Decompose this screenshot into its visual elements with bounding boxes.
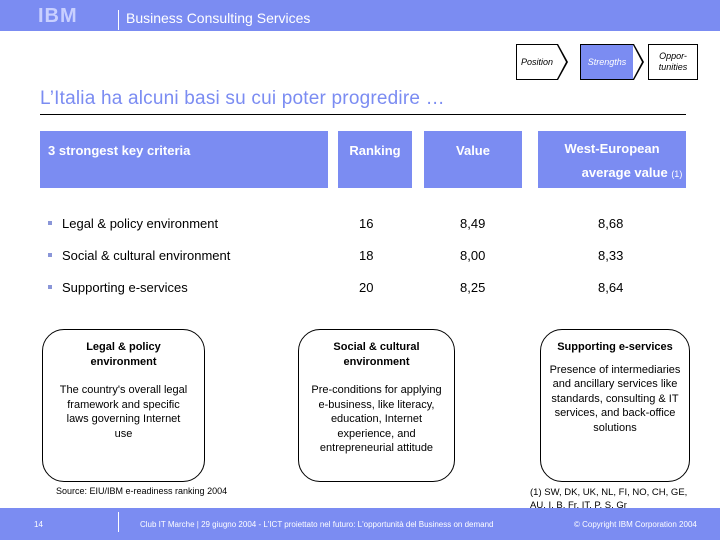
footer-bar: 14 Club IT Marche | 29 giugno 2004 - L'I…: [0, 508, 720, 540]
row-value: 8,25: [460, 280, 486, 295]
header-criteria: 3 strongest key criteria: [40, 131, 328, 188]
box-title: Social & cultural environment: [333, 341, 420, 368]
header-west-note: (1): [671, 169, 683, 179]
title-divider: [40, 114, 686, 115]
row-west: 8,64: [598, 280, 624, 295]
bullet-icon: [48, 253, 52, 257]
header-bar: [0, 0, 720, 31]
header-west-european: West-European average value (1): [538, 131, 686, 188]
row-ranking: 18: [359, 248, 374, 263]
page-title: L’Italia ha alcuni basi su cui poter pro…: [40, 88, 445, 109]
header-divider: [118, 10, 119, 30]
row-west: 8,33: [598, 248, 624, 263]
footer-event: Club IT Marche | 29 giugno 2004 - L'ICT …: [140, 520, 494, 529]
chevron-right-icon: [633, 44, 644, 80]
process-step-position: Position: [516, 44, 558, 80]
bullet-icon: [48, 285, 52, 289]
table-row: Social & cultural environment 18 8,00 8,…: [40, 248, 686, 268]
footer-copyright: © Copyright IBM Corporation 2004: [574, 520, 697, 529]
table-row: Legal & policy environment 16 8,49 8,68: [40, 216, 686, 236]
footer-divider: [118, 512, 119, 532]
process-step-strengths: Strengths: [580, 44, 634, 80]
header-value: Value: [424, 131, 522, 188]
process-step-opportunities: Oppor-tunities: [648, 44, 698, 80]
row-criteria: Legal & policy environment: [62, 216, 219, 231]
bullet-icon: [48, 221, 52, 225]
page-number: 14: [34, 520, 43, 529]
brand-name: Business Consulting Services: [126, 10, 311, 26]
row-west: 8,68: [598, 216, 624, 231]
box-text: The country's overall legal framework an…: [59, 384, 188, 440]
box-text: Presence of intermediaries and ancillary…: [549, 363, 681, 434]
ibm-logo: IBM: [38, 5, 78, 27]
box-title: Legal & policy environment: [86, 341, 161, 368]
box-title: Supporting e-services: [557, 341, 673, 353]
row-value: 8,00: [460, 248, 486, 263]
source-note: Source: EIU/IBM e-readiness ranking 2004: [56, 486, 228, 496]
info-box-legal: Legal & policy environment The country's…: [42, 329, 205, 482]
box-text: Pre-conditions for applying e-business, …: [311, 384, 442, 454]
row-criteria: Social & cultural environment: [62, 248, 231, 263]
table-row: Supporting e-services 20 8,25 8,64: [40, 280, 686, 300]
row-value: 8,49: [460, 216, 486, 231]
header-west-sub: average value: [581, 165, 668, 180]
info-box-social: Social & cultural environment Pre-condit…: [298, 329, 455, 482]
row-criteria: Supporting e-services: [62, 280, 188, 295]
chevron-right-icon: [557, 44, 568, 80]
header-ranking: Ranking: [338, 131, 412, 188]
info-box-eservices: Supporting e-services Presence of interm…: [540, 329, 690, 482]
header-west-title: West-European: [564, 141, 660, 156]
row-ranking: 20: [359, 280, 374, 295]
row-ranking: 16: [359, 216, 374, 231]
